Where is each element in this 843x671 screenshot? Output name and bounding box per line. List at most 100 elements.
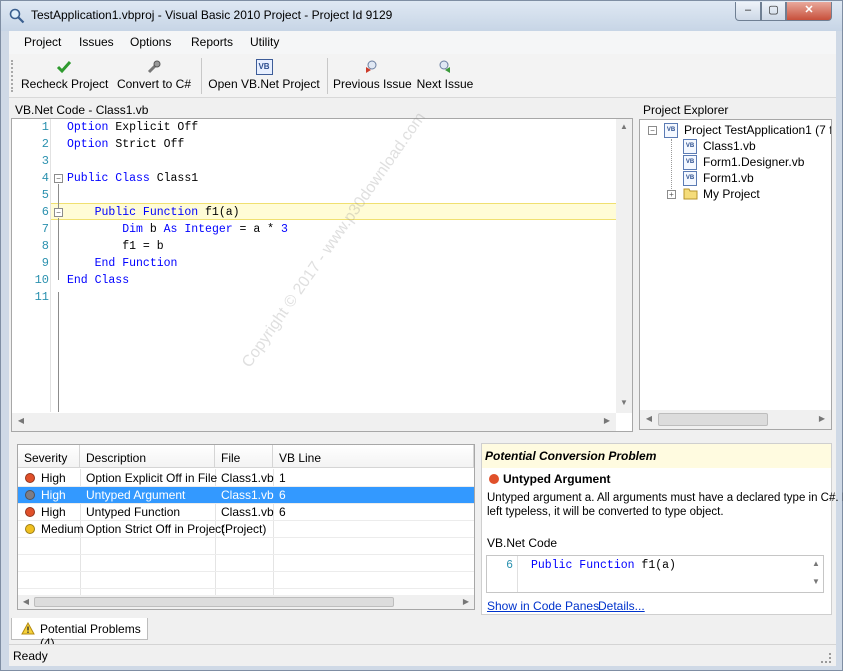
keyword-token: As Integer bbox=[163, 223, 233, 236]
problem-row[interactable]: High Untyped Function Class1.vb 6 bbox=[18, 503, 474, 520]
code-vertical-scrollbar[interactable]: ▲ ▼ bbox=[616, 119, 632, 413]
cell-file: Class1.vb bbox=[221, 471, 274, 485]
previous-issue-icon bbox=[366, 60, 377, 73]
code-line[interactable]: End Class bbox=[67, 274, 129, 287]
tree-file-form1[interactable]: Form1.vb bbox=[703, 171, 754, 185]
menu-reports[interactable]: Reports bbox=[191, 35, 233, 49]
code-line[interactable]: Dim b As Integer = a * 3 bbox=[67, 223, 288, 236]
issue-title: Untyped Argument bbox=[503, 472, 611, 486]
next-issue-button[interactable]: Next Issue bbox=[415, 56, 475, 96]
detail-header: Potential Conversion Problem bbox=[482, 444, 831, 468]
magnifier-app-icon bbox=[9, 8, 25, 24]
grid-line bbox=[18, 520, 474, 521]
code-line[interactable]: End Function bbox=[67, 257, 178, 270]
problems-list[interactable]: Severity Description File VB Line High Op… bbox=[17, 444, 475, 610]
scroll-down-arrow-icon[interactable]: ▼ bbox=[616, 395, 632, 411]
maximize-button[interactable]: ▢ bbox=[761, 2, 786, 21]
convert-to-csharp-button[interactable]: Convert to C# bbox=[115, 56, 193, 96]
scroll-up-arrow-icon[interactable]: ▲ bbox=[809, 556, 823, 572]
problems-horizontal-scrollbar[interactable]: ◀ ▶ bbox=[18, 595, 474, 609]
code-token: f1(a) bbox=[198, 206, 240, 219]
project-explorer-tree[interactable]: − VB Project TestApplication1 (7 files) … bbox=[639, 119, 832, 430]
resize-grip[interactable] bbox=[821, 653, 831, 663]
grid-line bbox=[18, 503, 474, 504]
title-bar[interactable]: TestApplication1.vbproj - Visual Basic 2… bbox=[1, 1, 842, 31]
open-vbnet-project-button[interactable]: VB Open VB.Net Project bbox=[208, 56, 320, 96]
snippet-keyword: Public Function bbox=[531, 559, 635, 572]
line-number: 5 bbox=[41, 188, 49, 202]
menu-bar: Project Issues Options Reports Utility bbox=[9, 31, 836, 54]
code-line[interactable]: Public Class Class1 bbox=[67, 172, 198, 185]
menu-project[interactable]: Project bbox=[24, 35, 61, 49]
recheck-project-button[interactable]: Recheck Project bbox=[21, 56, 109, 96]
toolbar-grip[interactable] bbox=[11, 60, 14, 92]
expand-folder-icon[interactable]: + bbox=[667, 190, 676, 199]
show-in-code-panes-link[interactable]: Show in Code Panes bbox=[487, 599, 599, 613]
code-editor[interactable]: 1 Option Explicit Off 2 Option Strict Off 3 4… bbox=[11, 118, 633, 432]
scroll-up-arrow-icon[interactable]: ▲ bbox=[616, 119, 632, 135]
scroll-left-arrow-icon[interactable]: ◀ bbox=[20, 594, 32, 608]
menu-utility[interactable]: Utility bbox=[250, 35, 279, 49]
explorer-horizontal-scrollbar[interactable]: ◀ ▶ bbox=[640, 410, 831, 429]
column-header-file[interactable]: File bbox=[215, 445, 273, 468]
code-line[interactable]: f1 = b bbox=[67, 240, 164, 253]
tree-folder-my-project[interactable]: My Project bbox=[703, 187, 760, 201]
collapse-root-icon[interactable]: − bbox=[648, 126, 657, 135]
column-header-severity[interactable]: Severity bbox=[18, 445, 80, 468]
problem-row[interactable]: Medium Option Strict Off in Project (Proje… bbox=[18, 520, 474, 537]
scroll-right-arrow-icon[interactable]: ▶ bbox=[815, 411, 829, 427]
scroll-down-arrow-icon[interactable]: ▼ bbox=[809, 574, 823, 590]
keyword-token: End Class bbox=[67, 274, 130, 287]
code-pane-title: VB.Net Code - Class1.vb bbox=[15, 103, 149, 117]
problem-row[interactable]: High Untyped Argument Class1.vb 6 bbox=[18, 486, 474, 503]
line-number: 3 bbox=[41, 154, 49, 168]
close-button[interactable]: ✕ bbox=[786, 2, 832, 21]
keyword-token: Option bbox=[67, 121, 109, 134]
vb-file-icon: VB bbox=[683, 155, 697, 170]
cell-line: 6 bbox=[279, 505, 286, 519]
code-token: Strict Off bbox=[108, 138, 185, 151]
scroll-left-arrow-icon[interactable]: ◀ bbox=[14, 413, 28, 429]
scroll-thumb[interactable] bbox=[658, 413, 768, 426]
line-number: 2 bbox=[41, 137, 49, 151]
severity-dot-icon bbox=[25, 473, 35, 483]
tab-potential-problems[interactable]: Potential Problems (4) bbox=[11, 618, 148, 650]
recheck-project-label: Recheck Project bbox=[21, 77, 109, 91]
keyword-token: Dim bbox=[67, 223, 143, 236]
cell-file: Class1.vb bbox=[221, 505, 274, 519]
menu-issues[interactable]: Issues bbox=[79, 35, 114, 49]
code-token: Class1 bbox=[149, 172, 199, 185]
code-token: f1 = b bbox=[67, 240, 164, 253]
keyword-token: Option bbox=[67, 138, 109, 151]
column-header-vb-line[interactable]: VB Line bbox=[273, 445, 474, 468]
scroll-right-arrow-icon[interactable]: ▶ bbox=[460, 594, 472, 608]
tree-root-project[interactable]: Project TestApplication1 (7 files) bbox=[684, 123, 831, 137]
grid-line bbox=[18, 554, 474, 555]
cell-line: 6 bbox=[279, 488, 286, 502]
fold-toggle-class[interactable]: − bbox=[54, 174, 63, 183]
tree-file-form1-designer[interactable]: Form1.Designer.vb bbox=[703, 155, 804, 169]
scroll-right-arrow-icon[interactable]: ▶ bbox=[600, 413, 614, 429]
code-snippet[interactable]: 6 Public Function f1(a) ▲ ▼ bbox=[486, 555, 824, 593]
previous-issue-button[interactable]: Previous Issue bbox=[333, 56, 412, 96]
details-link[interactable]: Details... bbox=[598, 599, 645, 613]
code-horizontal-scrollbar[interactable]: ◀ ▶ bbox=[12, 413, 616, 431]
tree-file-class1[interactable]: Class1.vb bbox=[703, 139, 756, 153]
snippet-code: Public Function f1(a) bbox=[531, 559, 676, 572]
minimize-button[interactable]: – bbox=[735, 2, 761, 21]
fold-toggle-function[interactable]: − bbox=[54, 208, 63, 217]
menu-options[interactable]: Options bbox=[130, 35, 171, 49]
line-number: 6 bbox=[41, 205, 49, 219]
code-line[interactable]: Option Explicit Off bbox=[67, 121, 198, 134]
code-line[interactable]: Option Strict Off bbox=[67, 138, 184, 151]
line-number: 8 bbox=[41, 239, 49, 253]
problem-row[interactable]: High Option Explicit Off in File Class1.vb… bbox=[18, 469, 474, 486]
grid-line bbox=[18, 537, 474, 538]
scroll-left-arrow-icon[interactable]: ◀ bbox=[642, 411, 656, 427]
next-issue-label: Next Issue bbox=[416, 77, 474, 91]
column-header-description[interactable]: Description bbox=[80, 445, 215, 468]
cell-severity: High bbox=[41, 471, 66, 485]
scroll-thumb[interactable] bbox=[34, 597, 394, 607]
line-number: 4 bbox=[41, 171, 49, 185]
code-line[interactable]: Public Function f1(a) bbox=[67, 206, 240, 219]
